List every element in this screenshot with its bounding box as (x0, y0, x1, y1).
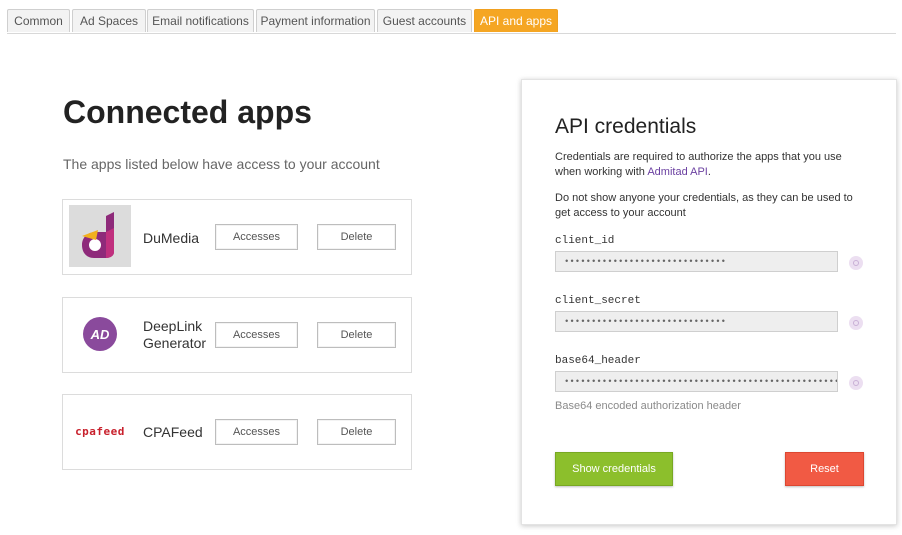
info-icon[interactable] (849, 376, 863, 390)
client-id-field[interactable]: •••••••••••••••••••••••••••••• (555, 251, 838, 272)
admitad-api-link[interactable]: Admitad API (647, 166, 708, 178)
tab-api-and-apps[interactable]: API and apps (474, 9, 558, 32)
tab-common[interactable]: Common (7, 9, 70, 32)
delete-button[interactable]: Delete (317, 224, 396, 250)
info-icon[interactable] (849, 316, 863, 330)
base64-header-field[interactable]: ••••••••••••••••••••••••••••••••••••••••… (555, 371, 838, 392)
app-card-cpafeed: cpafeed CPAFeed Accesses Delete (62, 394, 412, 470)
tab-guest-accounts[interactable]: Guest accounts (377, 9, 472, 32)
tab-email-notifications[interactable]: Email notifications (147, 9, 254, 32)
app-card-deeplink-generator: AD DeepLink Generator Accesses Delete (62, 297, 412, 373)
base64-header-hint: Base64 encoded authorization header (555, 400, 741, 412)
app-card-dumedia: DuMedia Accesses Delete (62, 199, 412, 275)
page-title: Connected apps (63, 94, 312, 130)
base64-header-label: base64_header (555, 355, 641, 367)
tab-payment-information[interactable]: Payment information (256, 9, 375, 32)
panel-title: API credentials (555, 115, 697, 138)
cpafeed-logo: cpafeed (75, 424, 125, 438)
dumedia-logo (69, 205, 131, 267)
accesses-button[interactable]: Accesses (215, 419, 298, 445)
delete-button[interactable]: Delete (317, 322, 396, 348)
client-secret-field[interactable]: •••••••••••••••••••••••••••••• (555, 311, 838, 332)
delete-button[interactable]: Delete (317, 419, 396, 445)
description-period: . (707, 166, 711, 178)
api-credentials-panel: API credentials Credentials are required… (521, 79, 897, 525)
info-icon[interactable] (849, 256, 863, 270)
app-name: CPAFeed (143, 424, 203, 440)
settings-tabs: Common Ad Spaces Email notifications Pay… (7, 9, 896, 34)
credentials-description: Credentials are required to authorize th… (555, 150, 865, 180)
client-id-label: client_id (555, 235, 615, 247)
accesses-button[interactable]: Accesses (215, 224, 298, 250)
app-name: DuMedia (143, 230, 200, 246)
deeplink-generator-logo: AD (69, 303, 131, 365)
app-name: DeepLink Generator (143, 318, 207, 351)
show-credentials-button[interactable]: Show credentials (555, 452, 673, 486)
reset-button[interactable]: Reset (785, 452, 864, 486)
credentials-warning: Do not show anyone your credentials, as … (555, 192, 853, 219)
tab-ad-spaces[interactable]: Ad Spaces (72, 9, 146, 32)
accesses-button[interactable]: Accesses (215, 322, 298, 348)
client-secret-label: client_secret (555, 295, 641, 307)
page-subtitle: The apps listed below have access to you… (63, 156, 380, 172)
